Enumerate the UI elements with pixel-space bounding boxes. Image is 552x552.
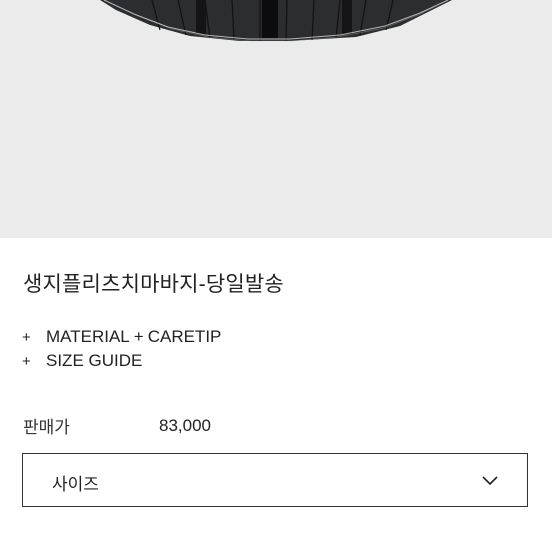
price-label: 판매가 [23,418,70,437]
plus-icon: + [22,352,31,370]
pleated-skirt-image [100,0,452,42]
product-image[interactable] [0,0,552,238]
caretip-link[interactable]: CARETIP [148,327,222,347]
size-select[interactable]: 사이즈 [22,453,528,507]
price-value: 83,000 [159,415,211,435]
size-guide-row: + SIZE GUIDE [22,349,221,373]
plus-icon: + [22,328,31,346]
product-title: 생지플리츠치마바지-당일발송 [23,273,284,296]
material-caretip-row: + MATERIAL + CARETIP [22,325,221,349]
product-info-links: + MATERIAL + CARETIP + SIZE GUIDE [22,325,221,373]
product-page: 생지플리츠치마바지-당일발송 + MATERIAL + CARETIP + SI… [0,0,552,552]
material-link[interactable]: MATERIAL [46,327,130,347]
plus-icon: + [133,327,144,346]
chevron-down-icon [482,476,498,486]
size-select-value: 사이즈 [52,475,99,494]
price-row: 판매가 83,000 [23,413,211,438]
size-guide-link[interactable]: SIZE GUIDE [46,351,142,371]
